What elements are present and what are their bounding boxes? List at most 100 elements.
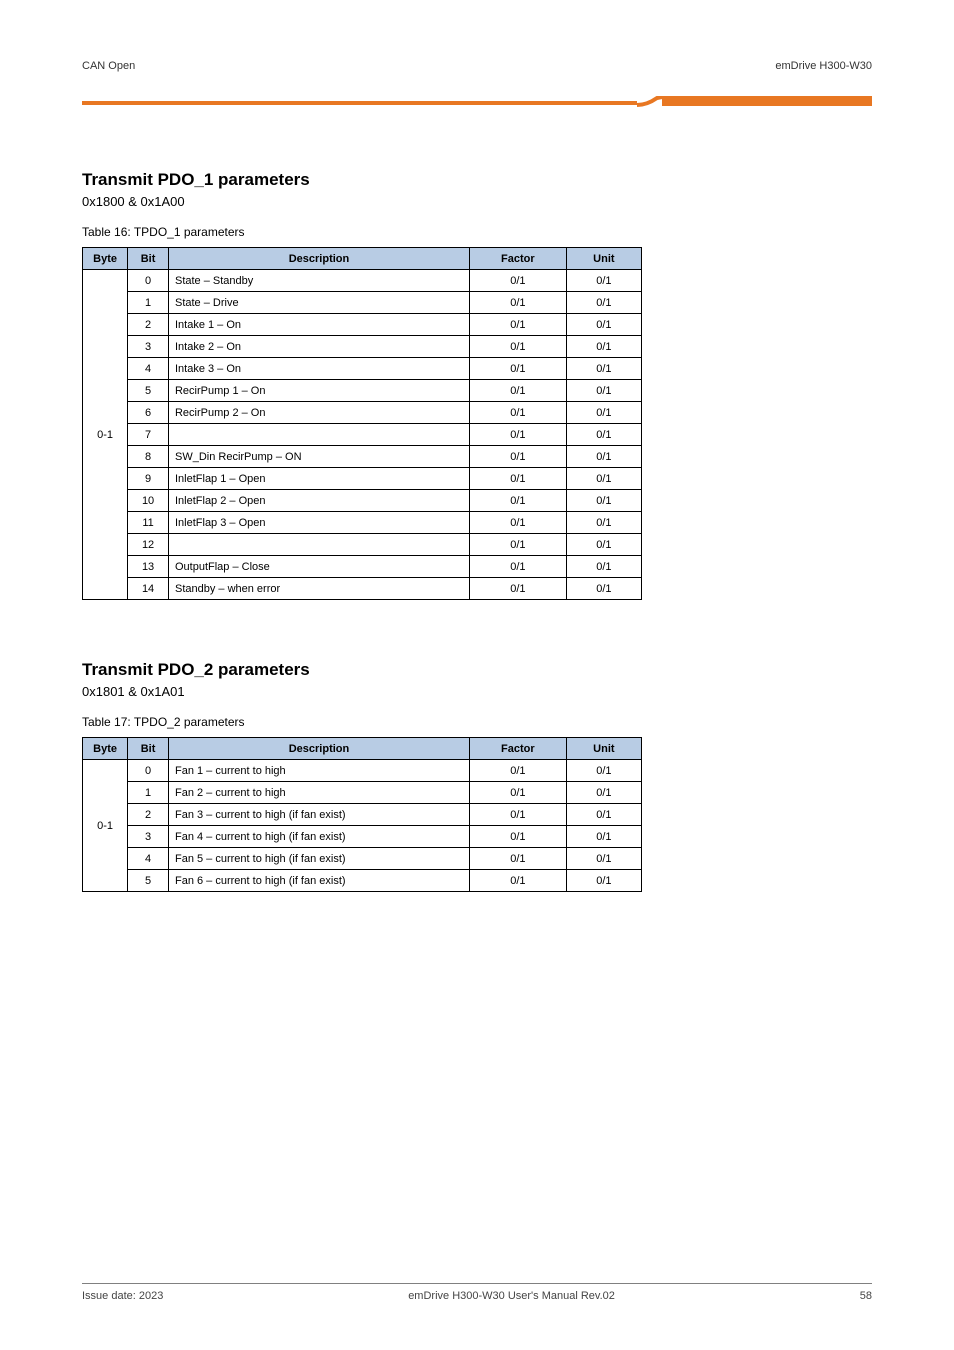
col-bit: Bit [128,738,169,760]
table-row: 3Fan 4 – current to high (if fan exist)0… [83,826,642,848]
factor-cell: 0/1 [469,870,566,892]
table-row: 70/10/1 [83,424,642,446]
unit-cell: 0/1 [566,446,641,468]
table-row: 1Fan 2 – current to high0/10/1 [83,782,642,804]
col-factor: Factor [469,248,566,270]
table-row: 120/10/1 [83,534,642,556]
factor-cell: 0/1 [469,424,566,446]
tpdo2-subheading: 0x1801 & 0x1A01 [82,684,872,699]
bit-cell: 0 [128,270,169,292]
table-row: 0-10Fan 1 – current to high0/10/1 [83,760,642,782]
factor-cell: 0/1 [469,534,566,556]
unit-cell: 0/1 [566,804,641,826]
table-header-row: Byte Bit Description Factor Unit [83,738,642,760]
factor-cell: 0/1 [469,578,566,600]
bit-cell: 1 [128,782,169,804]
footer-left: Issue date: 2023 [82,1290,163,1302]
tpdo1-table: Byte Bit Description Factor Unit 0-10Sta… [82,247,642,600]
tpdo2-table: Byte Bit Description Factor Unit 0-10 Fan… [82,737,642,892]
table-row: 8SW_Din RecirPump – ON0/10/1 [83,446,642,468]
unit-cell: 0/1 [566,534,641,556]
tpdo1-caption: Table 16: TPDO_1 parameters [82,225,872,239]
col-desc: Description [168,248,469,270]
bit-cell: 1 [128,292,169,314]
bit-cell: 2 [128,314,169,336]
table-row: 4Intake 3 – On0/10/1 [83,358,642,380]
desc-cell: State – Drive [168,292,469,314]
unit-cell: 0/1 [566,556,641,578]
desc-cell [168,534,469,556]
desc-cell: Fan 3 – current to high (if fan exist) [168,804,469,826]
desc-cell: Intake 2 – On [168,336,469,358]
factor-cell: 0/1 [469,380,566,402]
factor-cell: 0/1 [469,512,566,534]
byte-cell: 0-1 [83,270,128,600]
col-byte: Byte [83,248,128,270]
unit-cell: 0/1 [566,578,641,600]
table-row: 4Fan 5 – current to high (if fan exist) 0… [83,848,642,870]
desc-cell: InletFlap 2 – Open [168,490,469,512]
bit-cell: 6 [128,402,169,424]
header-right: emDrive H300-W30 [775,60,872,72]
unit-cell: 0/1 [566,314,641,336]
unit-cell: 0/1 [566,826,641,848]
factor-cell: 0/1 [469,782,566,804]
unit-cell: 0/1 [566,380,641,402]
desc-cell: Fan 6 – current to high (if fan exist) [168,870,469,892]
desc-cell [168,424,469,446]
tpdo1-subheading: 0x1800 & 0x1A00 [82,194,872,209]
bit-cell: 14 [128,578,169,600]
page-header: CAN Open emDrive H300-W30 [82,60,872,110]
factor-cell: 0/1 [469,760,566,782]
tpdo2-caption: Table 17: TPDO_2 parameters [82,715,872,729]
bit-cell: 4 [128,358,169,380]
desc-cell: State – Standby [168,270,469,292]
bit-cell: 5 [128,380,169,402]
bit-cell: 10 [128,490,169,512]
factor-cell: 0/1 [469,468,566,490]
desc-cell: OutputFlap – Close [168,556,469,578]
table-row: 5RecirPump 1 – On0/10/1 [83,380,642,402]
table-row: 14Standby – when error0/10/1 [83,578,642,600]
col-unit: Unit [566,248,641,270]
factor-cell: 0/1 [469,490,566,512]
desc-cell: InletFlap 1 – Open [168,468,469,490]
unit-cell: 0/1 [566,870,641,892]
footer-center: emDrive H300-W30 User's Manual Rev.02 [408,1290,615,1302]
table-row: 0-10State – Standby0/10/1 [83,270,642,292]
tpdo1-section: Transmit PDO_1 parameters 0x1800 & 0x1A0… [82,170,872,600]
desc-cell: Intake 3 – On [168,358,469,380]
bit-cell: 4 [128,848,169,870]
desc-cell: RecirPump 2 – On [168,402,469,424]
factor-cell: 0/1 [469,446,566,468]
col-byte: Byte [83,738,128,760]
unit-cell: 0/1 [566,402,641,424]
bit-cell: 2 [128,804,169,826]
bit-cell: 11 [128,512,169,534]
bit-cell: 0 [128,760,169,782]
table-row: 1State – Drive0/10/1 [83,292,642,314]
unit-cell: 0/1 [566,848,641,870]
factor-cell: 0/1 [469,358,566,380]
desc-cell: Standby – when error [168,578,469,600]
bit-cell: 3 [128,336,169,358]
desc-cell: Fan 5 – current to high (if fan exist) [168,848,469,870]
factor-cell: 0/1 [469,292,566,314]
table-row: 2Intake 1 – On0/10/1 [83,314,642,336]
table-header-row: Byte Bit Description Factor Unit [83,248,642,270]
factor-cell: 0/1 [469,804,566,826]
unit-cell: 0/1 [566,490,641,512]
bit-cell: 7 [128,424,169,446]
header-divider [82,96,872,110]
bit-cell: 8 [128,446,169,468]
table-row: 2Fan 3 – current to high (if fan exist)0… [83,804,642,826]
header-left: CAN Open [82,60,135,72]
unit-cell: 0/1 [566,358,641,380]
unit-cell: 0/1 [566,760,641,782]
byte-cell: 0-1 [83,760,128,892]
unit-cell: 0/1 [566,512,641,534]
unit-cell: 0/1 [566,336,641,358]
table-row: 5Fan 6 – current to high (if fan exist)0… [83,870,642,892]
bit-cell: 9 [128,468,169,490]
desc-cell: InletFlap 3 – Open [168,512,469,534]
